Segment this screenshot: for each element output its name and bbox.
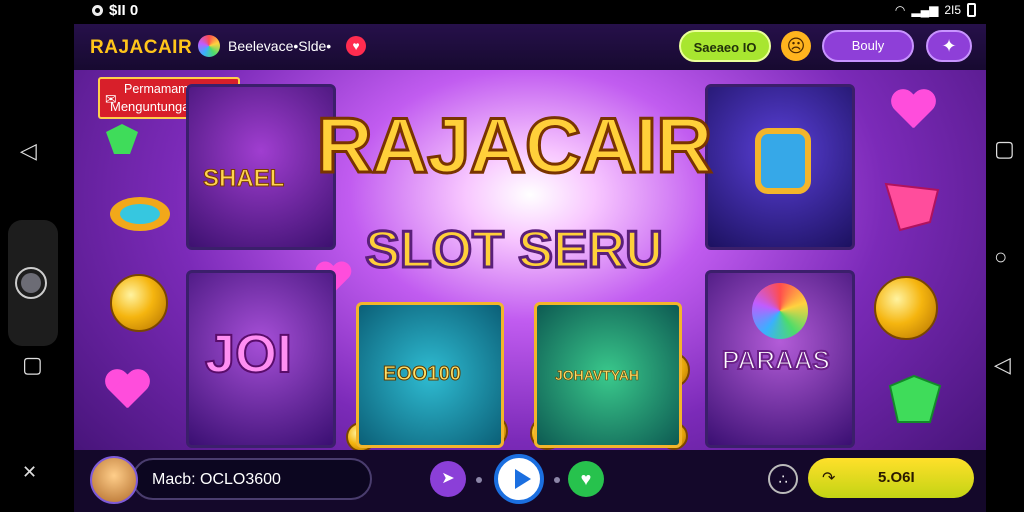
share-icon: ∴: [778, 471, 788, 487]
purple-button-label: Bouly: [851, 38, 885, 53]
game-app: RAJACAIR Beelevace•Slde• ♥ Saeaeo IO ☹ B…: [74, 24, 986, 512]
tile-label: JOI: [204, 323, 293, 385]
tile-label: SHAEL: [202, 165, 285, 193]
battery-icon: [967, 3, 976, 17]
slot-tile-joi[interactable]: JOI: [186, 270, 336, 448]
emoji-icon[interactable]: ☹: [781, 31, 811, 61]
send-icon: ➤: [441, 470, 455, 487]
gem-decoration: [106, 124, 138, 154]
purple-action-button[interactable]: Bouly: [822, 30, 914, 62]
recents-icon[interactable]: ▢: [22, 352, 43, 378]
slot-tile-bonus-1[interactable]: EOO100: [356, 302, 504, 448]
share-button[interactable]: ∴: [768, 464, 798, 494]
status-left: $II 0: [92, 2, 138, 19]
status-bar: $II 0 ◠ ▂▄▆ 2I5: [0, 0, 1024, 22]
arrow-icon: ↷: [822, 470, 836, 487]
play-button[interactable]: [494, 454, 544, 504]
heart-icon[interactable]: ♥: [346, 36, 366, 56]
prize-wheel-icon: [752, 283, 808, 339]
bottom-bar: Macb: OCLO3600 ➤ ♥ ∴ ↷ 5.O6I: [74, 450, 986, 512]
coin-decoration: [110, 274, 168, 332]
avatar[interactable]: [90, 456, 138, 504]
sparkle-icon: ✦: [941, 36, 957, 56]
recents-icon[interactable]: ▢: [994, 136, 1015, 162]
coin-decoration: [874, 276, 938, 340]
status-left-text: $II 0: [109, 2, 139, 19]
home-icon[interactable]: ○: [994, 244, 1007, 270]
promo-line-1: Permamam: [124, 82, 189, 96]
top-bar: RAJACAIR Beelevace•Slde• ♥ Saeaeo IO ☹ B…: [74, 24, 986, 70]
gem-decoration: [888, 374, 942, 423]
status-right-text: 2I5: [944, 3, 961, 17]
balance-field[interactable]: Macb: OCLO3600: [132, 458, 372, 500]
cta-label: 5.O6I: [878, 469, 915, 486]
green-action-button[interactable]: Saeaeo IO: [679, 30, 771, 62]
slot-tile-bonus-2[interactable]: JOHAVTYAH: [534, 302, 682, 448]
record-icon: [92, 5, 103, 16]
brand-logo[interactable]: RAJACAIR: [90, 37, 192, 59]
cta-button[interactable]: ↷ 5.O6I: [808, 458, 974, 498]
home-button[interactable]: [15, 267, 47, 299]
drum-icon: [755, 128, 811, 194]
status-right: ◠ ▂▄▆ 2I5: [895, 3, 976, 17]
headline-subtitle: SLOT SERU: [364, 221, 665, 279]
heart-decoration: [104, 370, 150, 412]
tagline: Beelevace•Slde•: [228, 38, 332, 54]
send-button[interactable]: ➤: [430, 461, 466, 497]
heart-icon: ♥: [580, 469, 592, 489]
sparkle-button[interactable]: ✦: [926, 30, 972, 62]
promo-line-2: Menguntungan: [110, 99, 197, 114]
headline-title: RAJACAIR: [315, 101, 714, 189]
close-icon[interactable]: ✕: [22, 462, 37, 483]
heart-decoration: [890, 90, 936, 132]
dot-separator: [554, 477, 560, 483]
balance-text: Macb: OCLO3600: [152, 471, 281, 488]
back-icon[interactable]: ◁: [20, 138, 37, 164]
slot-tile-paraas[interactable]: PARAAS: [705, 270, 855, 448]
signal-icon: ▂▄▆: [911, 3, 939, 17]
wifi-icon: ◠: [894, 3, 906, 17]
gem-decoration: [884, 182, 940, 232]
right-navigation: ▢ ○ ◁: [984, 22, 1024, 512]
dot-separator: [476, 477, 482, 483]
back-icon[interactable]: ◁: [994, 352, 1011, 378]
gem-decoration: [110, 197, 170, 231]
tile-label: JOHAVTYAH: [555, 367, 640, 384]
gem-logo-icon: [198, 35, 220, 57]
left-navigation: ◁ ▢ ✕: [0, 22, 70, 512]
tile-label: PARAAS: [721, 344, 831, 376]
tile-label: EOO100: [383, 363, 462, 386]
favorite-button[interactable]: ♥: [568, 461, 604, 497]
